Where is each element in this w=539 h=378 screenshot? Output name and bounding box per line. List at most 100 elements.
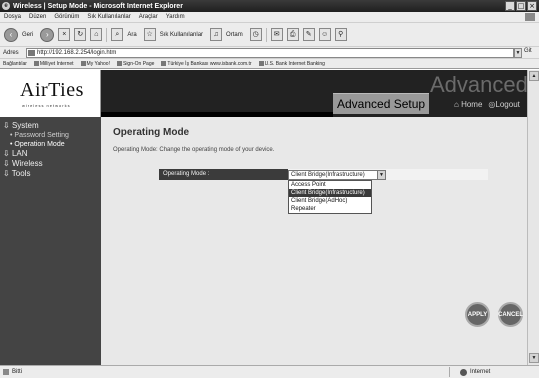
sidebar-item-password-setting[interactable]: • Password Setting (0, 131, 101, 140)
cancel-button[interactable]: CANCEL (498, 302, 523, 327)
address-url: http://192.168.2.254/login.htm (37, 50, 117, 56)
address-input[interactable]: http://192.168.2.254/login.htm (26, 48, 514, 58)
minimize-button[interactable]: _ (505, 1, 515, 11)
link-label: My Yahoo! (86, 60, 110, 67)
scroll-down-icon[interactable]: ▼ (529, 353, 539, 363)
toolbar-separator (265, 27, 267, 42)
link-label: Türkiye İş Bankası www.isbank.com.tr (167, 60, 252, 67)
menu-favorites[interactable]: Sık Kullanılanlar (87, 14, 130, 20)
link-label: Sign-On Page (122, 60, 155, 67)
zone-text: Internet (470, 369, 491, 375)
sidebar-item-operation-mode[interactable]: • Operation Mode (0, 140, 101, 149)
links-label: Bağlantılar (3, 60, 27, 67)
toolbar-separator (106, 27, 108, 42)
favorites-star-icon[interactable]: ☆ (143, 28, 156, 41)
link-my-yahoo[interactable]: My Yahoo! (80, 60, 110, 67)
option-repeater[interactable]: Repeater (289, 205, 371, 213)
print-icon[interactable]: ⎙ (286, 28, 299, 41)
logo-tagline: wireless networks (22, 103, 71, 108)
address-dropdown-arrow[interactable]: ▼ (514, 48, 522, 58)
airties-logo: AirTies (20, 79, 84, 101)
operating-mode-label: Operating Mode : (159, 169, 288, 180)
page-icon (116, 61, 122, 66)
page-done-icon (3, 369, 9, 375)
mail-icon[interactable]: ✉ (270, 28, 283, 41)
logo-area: AirTies wireless networks (0, 70, 101, 117)
page-icon (80, 61, 86, 66)
sidebar-item-label: Password Setting (14, 132, 69, 139)
search-label[interactable]: Ara (127, 32, 136, 38)
globe-icon (460, 368, 467, 376)
favorites-label[interactable]: Sık Kullanılanlar (160, 32, 203, 38)
browser-toolbar: ‹ Geri › × ↻ ⌂ ⌕ Ara ☆ Sık Kullanılanlar… (0, 22, 539, 46)
link-label: Milliyet Internet (39, 60, 74, 67)
stop-icon[interactable]: × (58, 28, 71, 41)
sidebar-item-system[interactable]: ⇩ System (0, 121, 101, 131)
web-page: AirTies wireless networks Advanced Setup… (0, 70, 527, 365)
apply-button[interactable]: APPLY (465, 302, 490, 327)
link-us-bank[interactable]: U.S. Bank Internet Banking (258, 61, 325, 67)
go-button[interactable]: Git (524, 48, 532, 54)
sidebar-item-label: Operation Mode (14, 141, 65, 148)
option-access-point[interactable]: Access Point (289, 181, 371, 189)
security-zone: Internet (449, 367, 539, 377)
option-client-bridge-infrastructure[interactable]: Client Bridge(Infrastructure) (289, 189, 371, 197)
sidebar-item-label: Wireless (11, 159, 43, 168)
status-left: Bitti (0, 369, 22, 375)
sidebar: ⇩ System • Password Setting • Operation … (0, 117, 101, 365)
history-icon[interactable]: ◷ (249, 28, 262, 41)
home-link-label: Home (461, 100, 483, 109)
menu-tools[interactable]: Araçlar (139, 14, 158, 20)
maximize-button[interactable]: □ (516, 1, 526, 11)
operating-mode-select[interactable]: Client Bridge(Infrastructure) ▼ (288, 170, 386, 180)
menu-view[interactable]: Görünüm (54, 14, 79, 20)
back-icon[interactable]: ‹ (4, 27, 18, 42)
link-isbank[interactable]: Türkiye İş Bankası www.isbank.com.tr (161, 60, 252, 67)
scroll-up-icon[interactable]: ▲ (529, 71, 539, 81)
research-icon[interactable]: ⚲ (334, 28, 347, 41)
chevron-down-icon[interactable]: ▼ (377, 171, 385, 179)
operating-mode-options: Access Point Client Bridge(Infrastructur… (288, 180, 372, 214)
messenger-icon[interactable]: ☺ (318, 28, 331, 41)
menu-edit[interactable]: Düzen (29, 14, 46, 20)
edit-icon[interactable]: ✎ (302, 28, 315, 41)
window-title: Wireless | Setup Mode - Microsoft Intern… (13, 2, 183, 10)
header-watermark-text: Advanced Setup (430, 72, 527, 97)
menu-file[interactable]: Dosya (4, 14, 21, 20)
page-icon (161, 61, 167, 66)
status-text: Bitti (12, 369, 23, 375)
logout-link[interactable]: ◎Logout (488, 100, 519, 109)
close-button[interactable]: × (527, 1, 537, 11)
page-icon (258, 61, 264, 66)
window-controls: _ □ × (505, 1, 537, 11)
home-icon[interactable]: ⌂ (90, 28, 103, 41)
header-links: ⌂ Home ◎Logout (454, 100, 520, 109)
content-description: Operating Mode: Change the operating mod… (113, 147, 275, 153)
page-icon (28, 50, 35, 56)
link-sign-on[interactable]: Sign-On Page (116, 60, 155, 67)
refresh-icon[interactable]: ↻ (74, 28, 87, 41)
option-client-bridge-adhoc[interactable]: Client Bridge(AdHoc) (289, 197, 371, 205)
page-icon (33, 61, 39, 66)
sidebar-item-tools[interactable]: ⇩ Tools (0, 169, 101, 179)
forward-icon[interactable]: › (40, 27, 55, 42)
links-bar: Bağlantılar Milliyet Internet My Yahoo! … (0, 58, 539, 69)
link-milliyet[interactable]: Milliyet Internet (33, 60, 74, 67)
menu-bar: Dosya Düzen Görünüm Sık Kullanılanlar Ar… (0, 12, 539, 22)
sidebar-item-label: LAN (11, 149, 28, 158)
sidebar-item-wireless[interactable]: ⇩ Wireless (0, 159, 101, 169)
status-bar: Bitti Internet (0, 365, 539, 378)
router-header: AirTies wireless networks Advanced Setup… (0, 70, 527, 117)
sidebar-item-label: Tools (11, 169, 31, 178)
vertical-scrollbar[interactable]: ▲ ▼ (527, 70, 539, 365)
sidebar-item-lan[interactable]: ⇩ LAN (0, 149, 101, 159)
windows-flag-icon (525, 13, 535, 21)
back-label[interactable]: Geri (22, 32, 33, 38)
media-icon[interactable]: ♫ (210, 28, 223, 41)
content-title: Operating Mode (113, 127, 190, 138)
menu-help[interactable]: Yardım (166, 14, 185, 20)
media-label[interactable]: Ortam (226, 32, 243, 38)
search-icon[interactable]: ⌕ (111, 28, 124, 41)
window-title-bar: e Wireless | Setup Mode - Microsoft Inte… (0, 0, 539, 12)
home-link[interactable]: ⌂ Home (454, 100, 482, 109)
